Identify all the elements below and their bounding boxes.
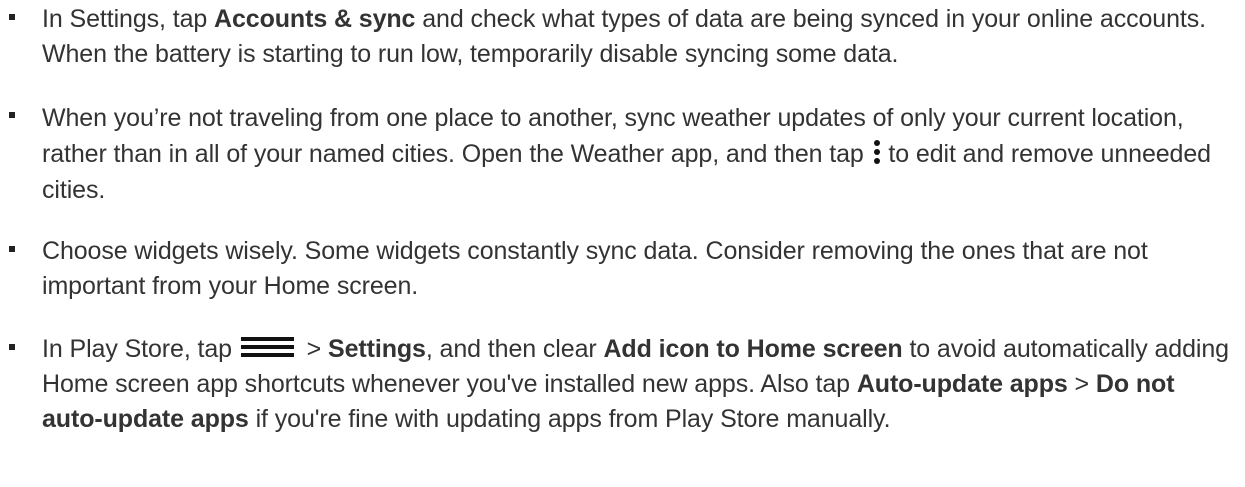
bullet — [9, 344, 15, 350]
bullet — [9, 246, 15, 252]
list-item-text: Choose widgets wisely. Some widgets cons… — [42, 234, 1237, 304]
menu-icon — [240, 337, 294, 357]
text-segment: Choose widgets wisely. Some widgets cons… — [42, 237, 1148, 300]
text-segment: In Settings, tap — [42, 5, 215, 33]
text-segment: > — [299, 335, 329, 363]
more-options-icon — [872, 139, 882, 165]
text-segment: if you're fine with updating apps from P… — [248, 405, 891, 433]
list-item-text: In Play Store, tap > Settings, and then … — [42, 332, 1237, 437]
list-item-text: When you’re not traveling from one place… — [42, 100, 1237, 208]
text-segment: , and then clear — [425, 335, 604, 363]
ui-term: Add icon to Home screen — [603, 335, 903, 363]
list-item-text: In Settings, tap Accounts & sync and che… — [42, 2, 1237, 72]
bullet — [9, 14, 15, 20]
text-segment: > — [1067, 370, 1096, 398]
text-segment: In Play Store, tap — [42, 335, 239, 363]
ui-term: Auto-update apps — [856, 370, 1068, 398]
ui-term: Settings — [328, 335, 426, 363]
bullet — [9, 112, 15, 118]
ui-term: Accounts & sync — [214, 5, 416, 33]
